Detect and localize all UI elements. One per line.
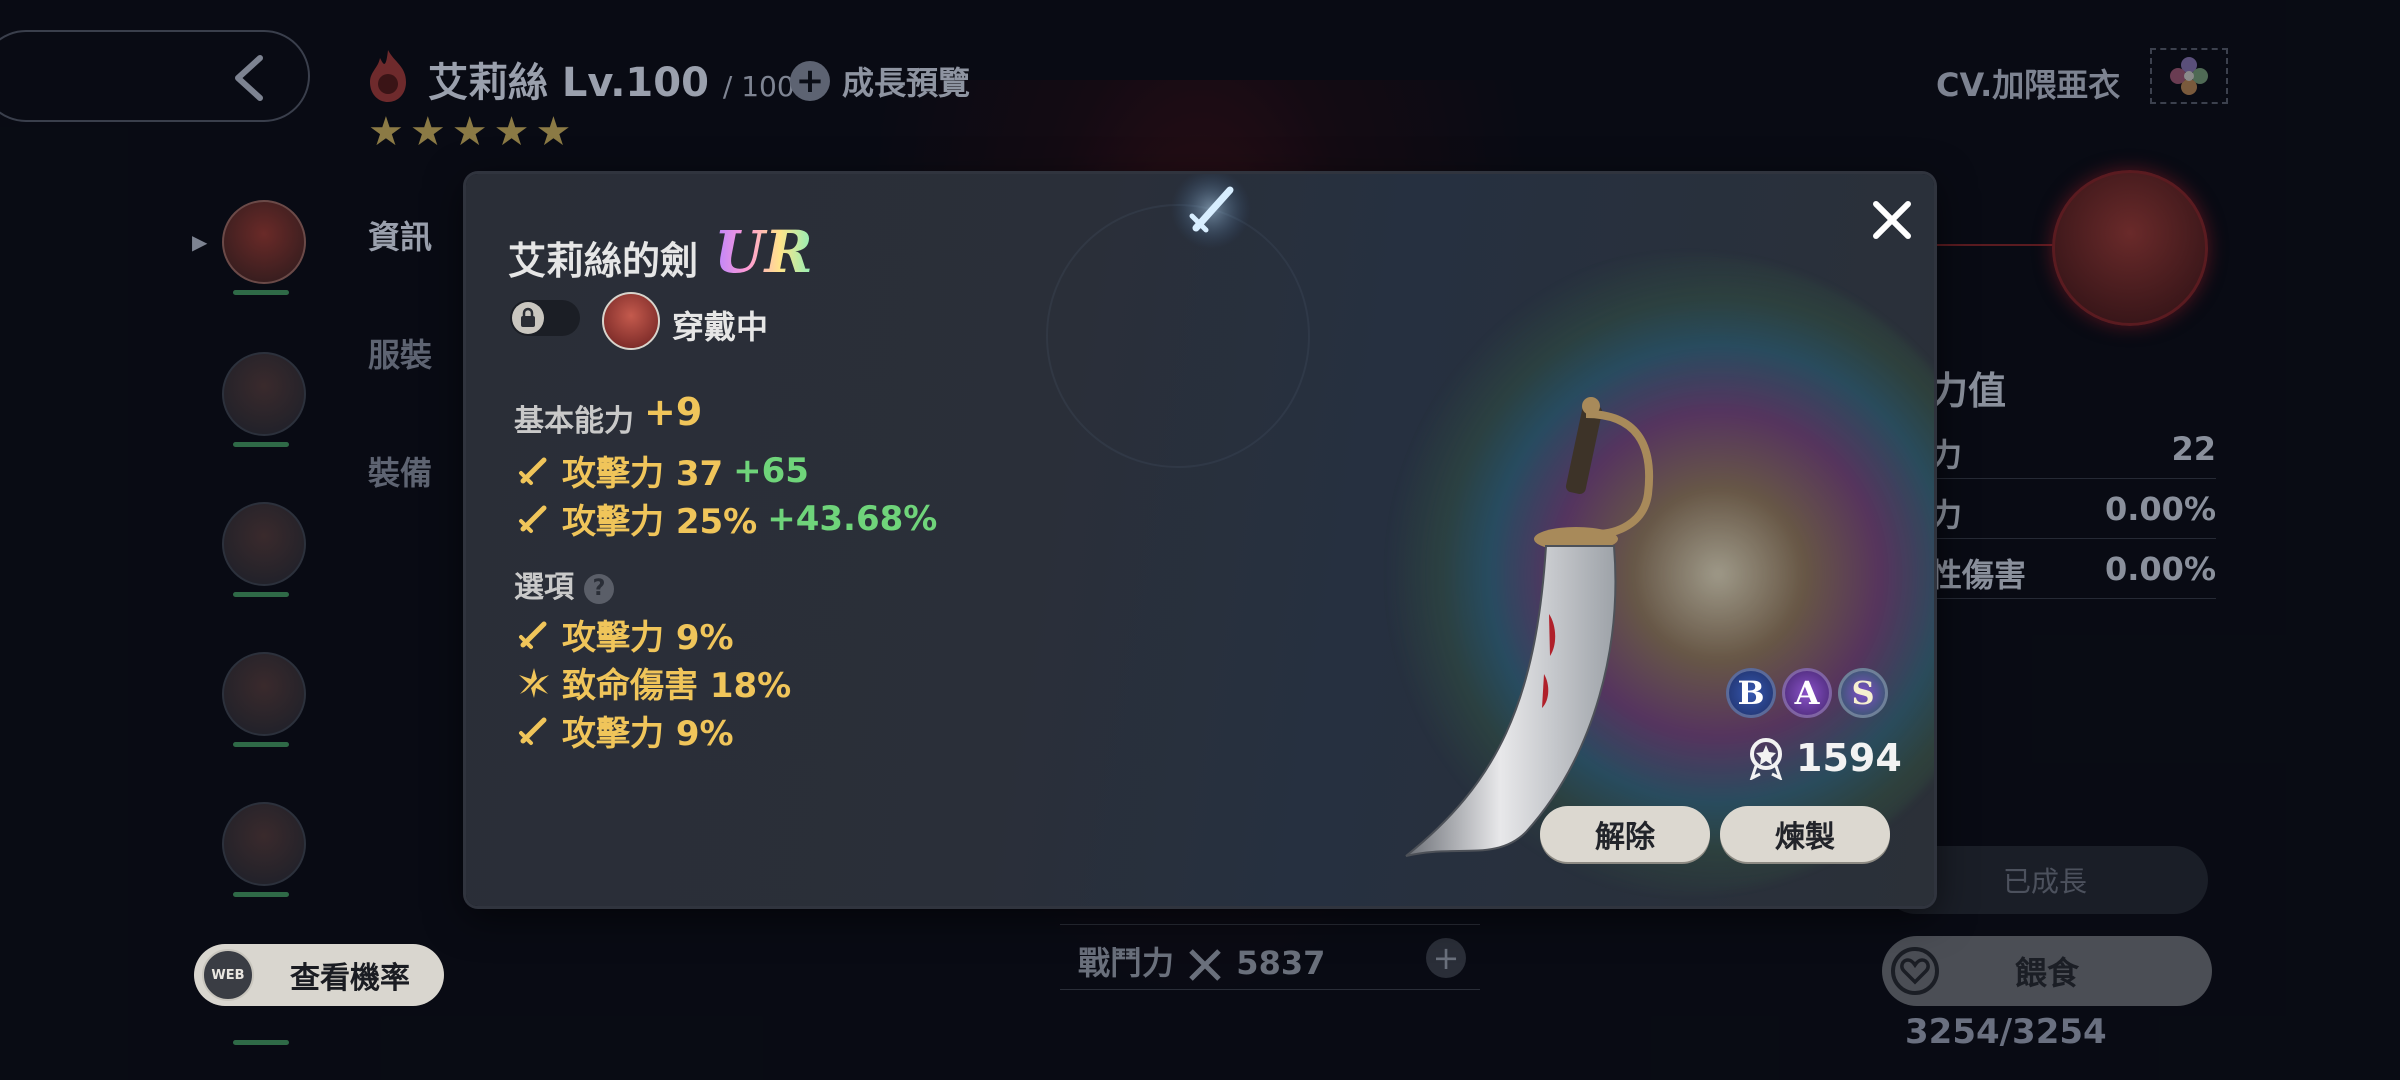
lock-icon bbox=[512, 302, 544, 334]
critical-burst-icon bbox=[518, 667, 552, 699]
weapon-category-icon bbox=[1171, 174, 1251, 249]
stat-text: 攻擊力 25% bbox=[562, 502, 758, 542]
options-label: 選項? bbox=[514, 562, 614, 606]
character-avatar-selected[interactable] bbox=[222, 200, 306, 284]
plus-icon: + bbox=[790, 61, 830, 101]
level-max: / 100 bbox=[722, 70, 795, 103]
voice-actor-label: CV.加隈亜衣 bbox=[1936, 66, 2121, 104]
tab-equipment[interactable]: 裝備 bbox=[368, 448, 432, 494]
unequip-button[interactable]: 解除 bbox=[1540, 806, 1710, 862]
option-text: 攻擊力 9% bbox=[562, 618, 734, 658]
avatar-progress-bar bbox=[233, 290, 289, 295]
item-name: 艾莉絲的劍 bbox=[508, 239, 699, 283]
star-icon: ★ bbox=[368, 109, 404, 155]
tab-costume[interactable]: 服裝 bbox=[368, 330, 432, 376]
option-text: 攻擊力 9% bbox=[562, 714, 734, 754]
stat-row: 力 22 bbox=[1930, 420, 2216, 479]
option-text: 致命傷害 18% bbox=[562, 666, 792, 706]
heart-icon bbox=[1891, 947, 1939, 995]
grade-s-badge: S bbox=[1838, 668, 1888, 718]
stat-row: 性傷害 0.00% bbox=[1930, 540, 2216, 599]
flower-icon bbox=[2170, 57, 2208, 95]
growth-preview-label: 成長預覽 bbox=[842, 64, 971, 102]
option-row: 致命傷害 18% bbox=[518, 658, 791, 707]
refine-button[interactable]: 煉製 bbox=[1720, 806, 1890, 862]
flower-button[interactable] bbox=[2150, 48, 2228, 104]
base-stats-label: 基本能力 bbox=[514, 404, 634, 439]
character-title: 艾莉絲 Lv.100 / 100 bbox=[428, 50, 795, 108]
portrait-connector bbox=[1930, 244, 2054, 246]
selected-arrow-icon: ▶ bbox=[192, 230, 208, 254]
close-icon[interactable] bbox=[1864, 192, 1920, 248]
star-icon: ★ bbox=[409, 109, 446, 155]
power-plus-button[interactable]: + bbox=[1426, 938, 1466, 978]
growth-preview-button[interactable]: + 成長預覽 bbox=[790, 58, 970, 104]
avatar-progress-bar bbox=[233, 1040, 289, 1045]
avatar-progress-bar bbox=[233, 592, 289, 597]
stat-bonus: +65 bbox=[733, 450, 809, 491]
combat-power-label: 戰鬥力 bbox=[1078, 944, 1175, 982]
rarity-badge: UR bbox=[714, 218, 813, 286]
stat-value: 22 bbox=[2171, 430, 2216, 468]
character-name: 艾莉絲 Lv.100 bbox=[428, 60, 709, 106]
sword-icon bbox=[518, 716, 552, 746]
grade-b-badge: B bbox=[1726, 668, 1776, 718]
option-row: 攻擊力 9% bbox=[518, 706, 734, 755]
back-button[interactable] bbox=[0, 30, 310, 122]
stats-heading: 力值 bbox=[1930, 369, 2007, 413]
options-label-text: 選項 bbox=[514, 570, 574, 605]
stat-label: 性傷害 bbox=[1930, 556, 2027, 594]
grade-a-badge: A bbox=[1782, 668, 1832, 718]
option-row: 攻擊力 9% bbox=[518, 610, 734, 659]
character-avatar[interactable] bbox=[222, 802, 306, 886]
web-icon: WEB bbox=[202, 949, 254, 1001]
sword-icon bbox=[518, 456, 552, 486]
sword-icon bbox=[518, 620, 552, 650]
star-icon: ★ bbox=[451, 109, 488, 155]
combat-value: 1594 bbox=[1746, 736, 1902, 780]
character-portrait bbox=[2052, 170, 2208, 326]
stat-label: 力 bbox=[1930, 436, 1963, 474]
equipped-status: 穿戴中 bbox=[672, 308, 769, 346]
stat-value: 0.00% bbox=[2104, 490, 2216, 528]
character-avatar[interactable] bbox=[222, 502, 306, 586]
stat-text: 攻擊力 37 bbox=[562, 454, 724, 494]
view-rate-label: 查看機率 bbox=[290, 961, 410, 996]
lock-toggle[interactable] bbox=[510, 300, 580, 336]
combat-power-value: 5837 bbox=[1236, 944, 1326, 982]
base-stat-row: 攻擊力 25% +43.68% bbox=[518, 494, 937, 543]
tab-info[interactable]: 資訊 bbox=[368, 212, 432, 258]
star-icon: ★ bbox=[535, 109, 572, 155]
avatar-progress-bar bbox=[233, 442, 289, 447]
character-avatar[interactable] bbox=[222, 652, 306, 736]
combat-power: 戰鬥力 5837 bbox=[1078, 938, 1325, 984]
equipment-detail-modal: 艾莉絲的劍 UR 穿戴中 基本能力 +9 攻擊力 37 +65 攻擊力 25% … bbox=[466, 174, 1934, 906]
avatar-progress-bar bbox=[233, 892, 289, 897]
character-avatar[interactable] bbox=[222, 352, 306, 436]
wearer-avatar bbox=[602, 292, 660, 350]
combat-value-text: 1594 bbox=[1796, 736, 1902, 780]
fire-element-icon bbox=[370, 50, 406, 102]
stat-row: 力 0.00% bbox=[1930, 480, 2216, 539]
star-icon: ★ bbox=[493, 109, 530, 155]
crossed-swords-icon bbox=[1189, 949, 1221, 981]
medal-icon bbox=[1749, 738, 1783, 780]
stat-bonus: +43.68% bbox=[767, 498, 938, 539]
feed-count: 3254/3254 bbox=[1905, 1012, 2107, 1052]
avatar-progress-bar bbox=[233, 742, 289, 747]
base-bonus: +9 bbox=[644, 390, 703, 434]
stat-value: 0.00% bbox=[2104, 550, 2216, 588]
chevron-left-icon bbox=[235, 55, 263, 101]
sword-icon bbox=[518, 504, 552, 534]
star-rating: ★ ★ ★ ★ ★ bbox=[368, 112, 571, 152]
view-rate-button[interactable]: WEB 查看機率 bbox=[194, 944, 444, 1006]
grade-badges: B A S bbox=[1726, 668, 1888, 718]
base-stat-row: 攻擊力 37 +65 bbox=[518, 446, 809, 495]
help-icon[interactable]: ? bbox=[584, 573, 614, 604]
stat-label: 力 bbox=[1930, 496, 1963, 534]
